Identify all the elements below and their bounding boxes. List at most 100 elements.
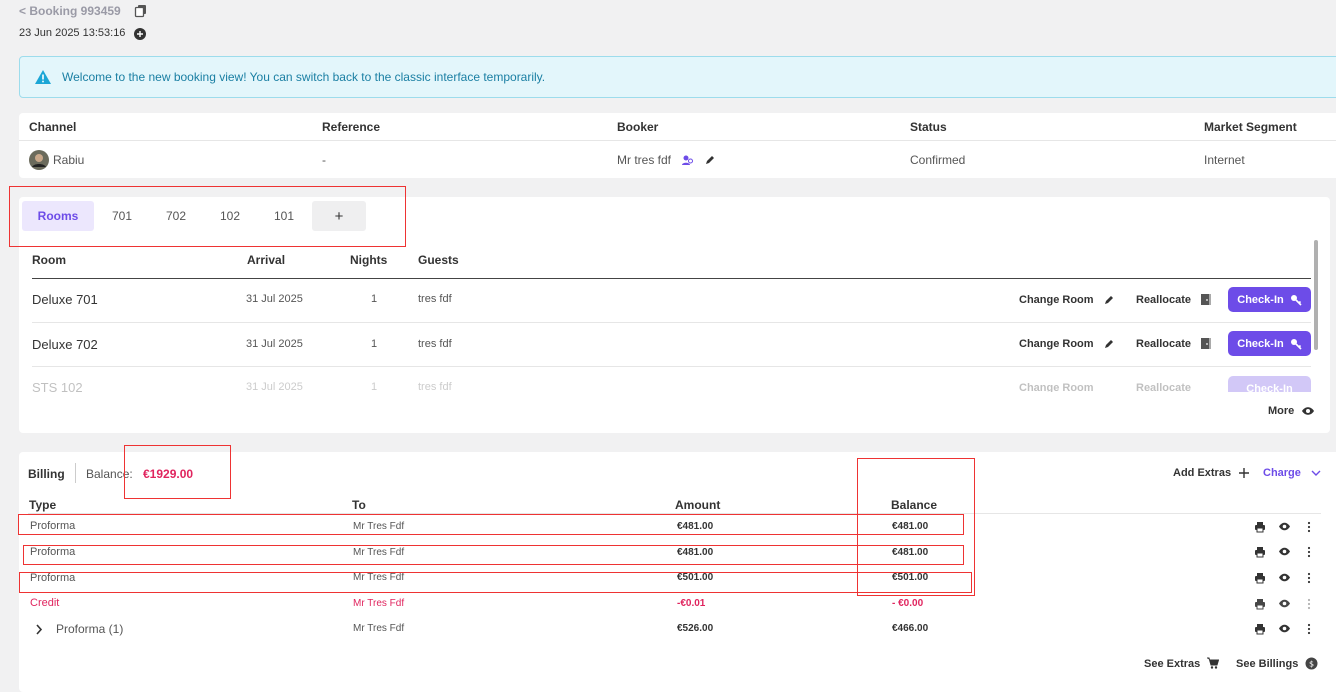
change-room-button[interactable]: Change Room: [1019, 294, 1094, 306]
billing-amount: €481.00: [677, 521, 714, 532]
edit-pencil-icon[interactable]: [704, 154, 716, 166]
tab-room-702[interactable]: 702: [154, 201, 198, 231]
eye-icon[interactable]: [1278, 572, 1291, 583]
channel-value: Rabiu: [53, 153, 85, 167]
reallocate-button[interactable]: Reallocate: [1136, 338, 1191, 350]
eye-icon[interactable]: [1278, 546, 1291, 557]
check-in-label: Check-In: [1246, 382, 1293, 393]
more-button[interactable]: More: [1268, 405, 1294, 417]
more-vertical-icon[interactable]: [1306, 546, 1312, 558]
notice-text: Welcome to the new booking view! You can…: [62, 70, 546, 84]
avatar: [29, 150, 49, 170]
room-name: Deluxe 701: [32, 292, 98, 307]
column-amount: Amount: [675, 498, 721, 512]
room-nights: 1: [371, 338, 378, 350]
market-segment-value: Internet: [1204, 153, 1245, 167]
user-link-icon[interactable]: [681, 154, 693, 166]
back-link[interactable]: < Booking 993459: [19, 4, 121, 18]
column-booker: Booker: [617, 120, 659, 134]
billing-type[interactable]: Credit: [30, 597, 59, 609]
reallocate-button[interactable]: Reallocate: [1136, 294, 1191, 306]
column-type: Type: [29, 498, 57, 512]
room-guests: tres fdf: [418, 338, 452, 350]
change-room-button[interactable]: Change Room: [1019, 338, 1094, 350]
tab-rooms[interactable]: Rooms: [22, 201, 94, 231]
reallocate-button[interactable]: Reallocate: [1136, 382, 1191, 392]
tab-room-101[interactable]: 101: [262, 201, 306, 231]
rooms-scrollbar[interactable]: [1314, 240, 1318, 350]
more-vertical-icon[interactable]: [1306, 623, 1312, 635]
print-icon[interactable]: [1254, 598, 1266, 610]
billing-coin-icon[interactable]: $: [1305, 657, 1318, 670]
tab-room-701[interactable]: 701: [100, 201, 144, 231]
billing-balance: €466.00: [892, 623, 929, 634]
eye-icon[interactable]: [1278, 521, 1291, 532]
check-in-button[interactable]: Check-In: [1228, 331, 1311, 356]
column-guests: Guests: [418, 253, 459, 267]
tab-room-102[interactable]: 102: [208, 201, 252, 231]
edit-pencil-icon[interactable]: [1103, 338, 1115, 350]
more-vertical-icon[interactable]: [1306, 521, 1312, 533]
door-icon[interactable]: [1200, 337, 1212, 350]
svg-text:$: $: [1309, 660, 1314, 669]
billing-balance: €481.00: [892, 547, 929, 558]
more-vertical-icon[interactable]: [1306, 598, 1312, 610]
check-in-button[interactable]: Check-In: [1228, 287, 1311, 312]
rooms-card: [19, 197, 1330, 433]
room-arrival: 31 Jul 2025: [246, 293, 303, 305]
booker-value[interactable]: Mr tres fdf: [617, 153, 671, 167]
check-in-button[interactable]: Check-In: [1228, 376, 1311, 392]
change-room-button[interactable]: Change Room: [1019, 382, 1094, 392]
notice-banner: Welcome to the new booking view! You can…: [19, 56, 1336, 98]
reference-value: -: [322, 153, 326, 167]
check-in-label: Check-In: [1237, 337, 1284, 350]
see-billings-button[interactable]: See Billings: [1236, 658, 1298, 670]
copy-icon[interactable]: [134, 4, 148, 18]
plus-icon[interactable]: [1238, 467, 1250, 479]
door-icon[interactable]: [1200, 293, 1212, 306]
billing-type[interactable]: Proforma (1): [56, 622, 123, 636]
balance-label: Balance:: [86, 467, 133, 481]
column-market-segment: Market Segment: [1204, 120, 1297, 134]
print-icon[interactable]: [1254, 521, 1266, 533]
billing-title: Billing: [28, 467, 65, 481]
edit-pencil-icon[interactable]: [1103, 294, 1115, 306]
column-status: Status: [910, 120, 947, 134]
billing-balance: €481.00: [892, 521, 929, 532]
billing-balance: - €0.00: [892, 598, 924, 609]
status-value: Confirmed: [910, 153, 966, 167]
column-arrival: Arrival: [247, 253, 286, 267]
billing-amount: €481.00: [677, 547, 714, 558]
room-guests: tres fdf: [418, 381, 452, 392]
column-nights: Nights: [350, 253, 388, 267]
eye-icon[interactable]: [1278, 623, 1291, 634]
more-vertical-icon[interactable]: [1306, 572, 1312, 584]
room-nights: 1: [371, 293, 378, 305]
see-extras-button[interactable]: See Extras: [1144, 658, 1200, 670]
add-extras-button[interactable]: Add Extras: [1173, 467, 1231, 479]
column-channel: Channel: [29, 120, 77, 134]
balance-value: €1929.00: [143, 467, 194, 481]
print-icon[interactable]: [1254, 623, 1266, 635]
billing-type[interactable]: Proforma: [30, 572, 75, 584]
billing-balance: €501.00: [892, 572, 929, 583]
billing-to: Mr Tres Fdf: [353, 547, 405, 558]
eye-icon[interactable]: [1301, 405, 1315, 417]
print-icon[interactable]: [1254, 572, 1266, 584]
chevron-right-icon[interactable]: [35, 624, 43, 635]
add-circle-icon[interactable]: [134, 28, 146, 40]
eye-icon[interactable]: [1278, 598, 1291, 609]
column-balance: Balance: [891, 498, 938, 512]
room-arrival: 31 Jul 2025: [246, 338, 303, 350]
charge-dropdown[interactable]: Charge: [1263, 467, 1301, 479]
billing-amount: €526.00: [677, 623, 714, 634]
billing-type[interactable]: Proforma: [30, 546, 75, 558]
print-icon[interactable]: [1254, 546, 1266, 558]
room-nights: 1: [371, 381, 378, 392]
billing-type[interactable]: Proforma: [30, 520, 75, 532]
chevron-down-icon[interactable]: [1311, 469, 1321, 477]
cart-icon[interactable]: [1206, 657, 1219, 669]
room-row-faded: STS 102 31 Jul 2025 1 tres fdf Change Ro…: [0, 376, 1336, 392]
warning-icon: [35, 70, 51, 84]
add-room-tab[interactable]: +: [312, 201, 366, 231]
